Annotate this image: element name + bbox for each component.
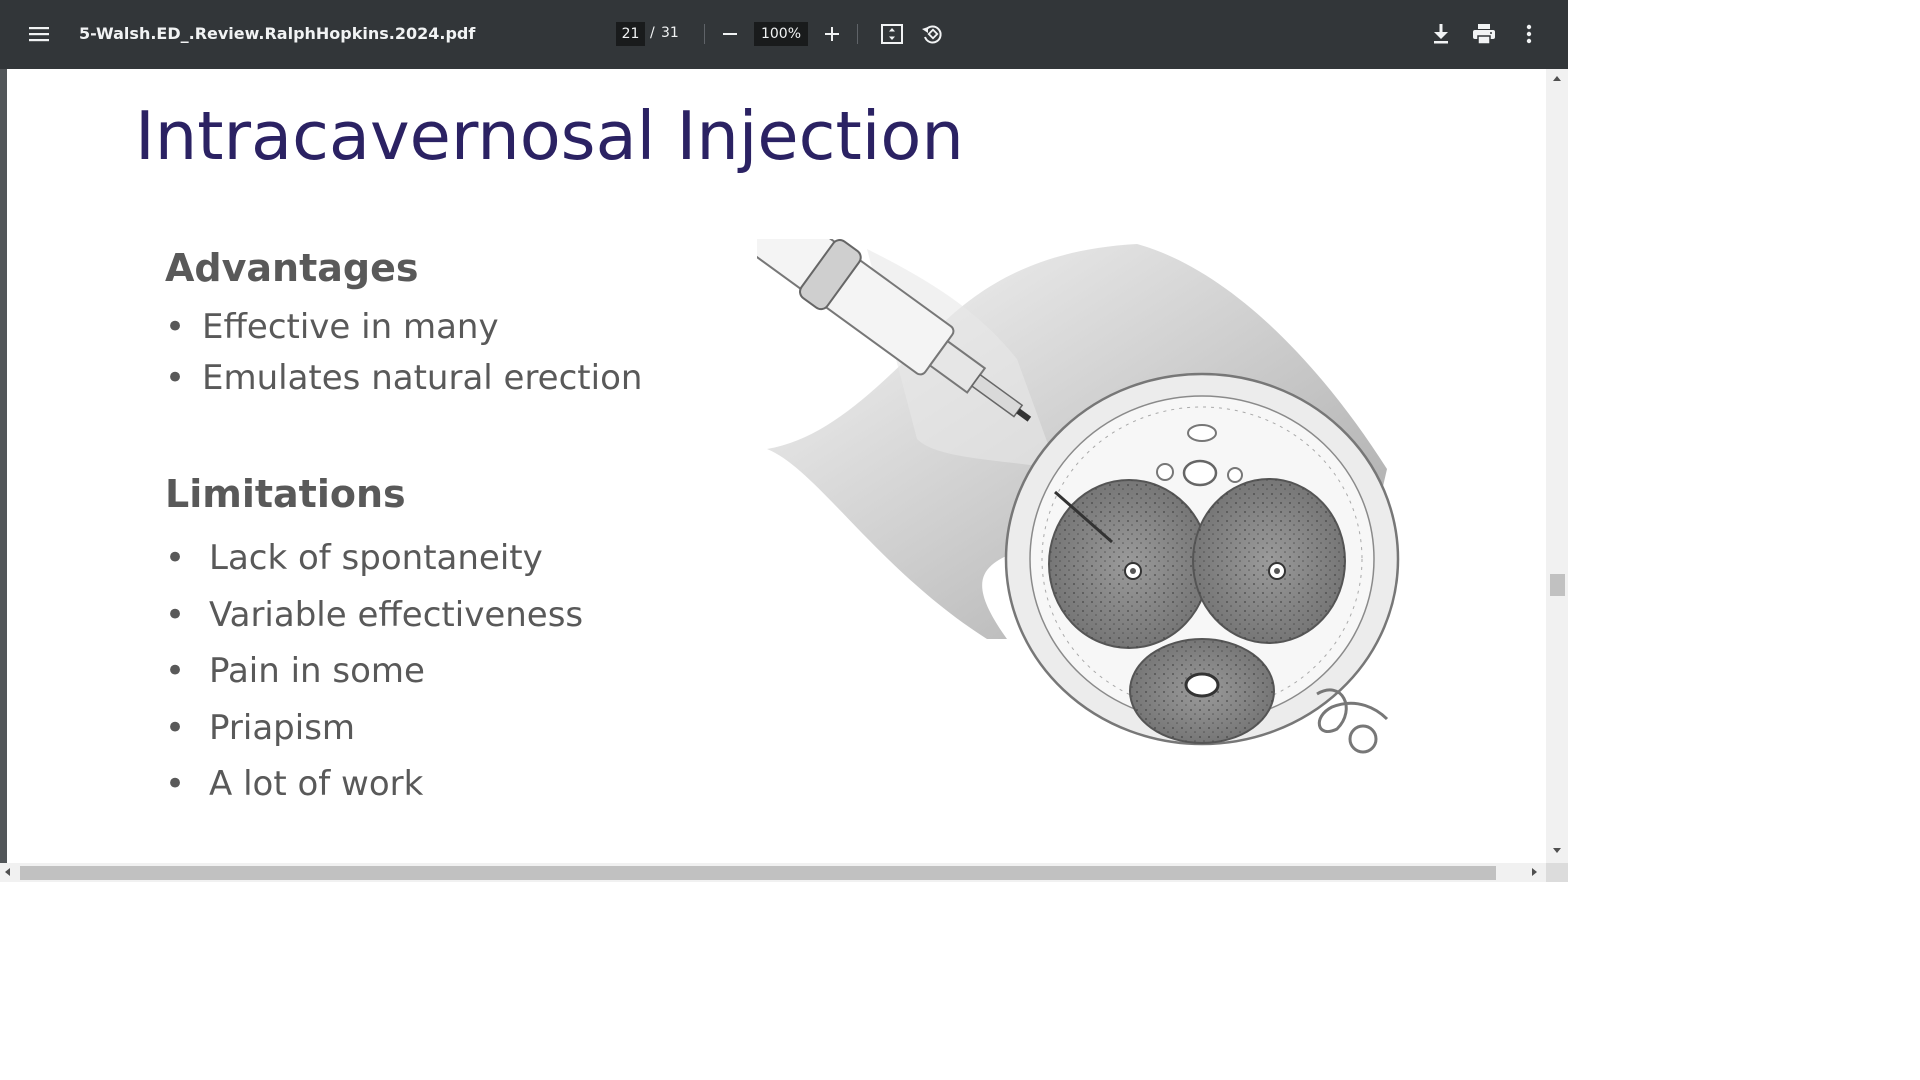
rotate-button[interactable] xyxy=(917,19,947,49)
limitations-list: • Lack of spontaneity • Variable effective… xyxy=(165,535,583,818)
download-button[interactable] xyxy=(1426,19,1456,49)
bullet-marker: • xyxy=(165,594,186,635)
list-item: • Priapism xyxy=(165,705,583,762)
print-button[interactable] xyxy=(1469,19,1499,49)
more-vertical-icon xyxy=(1526,24,1532,44)
vertical-scrollbar[interactable] xyxy=(1546,69,1568,863)
limitations-heading: Limitations xyxy=(165,472,406,516)
pdf-toolbar: 5-Walsh.ED_.Review.RalphHopkins.2024.pdf… xyxy=(0,0,1568,69)
toolbar-divider xyxy=(857,24,858,44)
list-item-text: A lot of work xyxy=(209,764,424,804)
page-number-input[interactable] xyxy=(616,22,645,46)
menu-button[interactable] xyxy=(22,17,56,51)
scrollbar-corner xyxy=(1546,863,1568,882)
injection-illustration xyxy=(757,239,1400,754)
total-pages: 31 xyxy=(661,25,679,41)
bullet-marker: • xyxy=(165,538,186,578)
horizontal-scrollbar[interactable] xyxy=(0,863,1546,882)
list-item: • Pain in some xyxy=(165,648,583,705)
scroll-up-arrow-icon[interactable] xyxy=(1553,76,1561,81)
minus-icon xyxy=(723,33,737,35)
bullet-marker: • xyxy=(165,358,186,398)
list-item: • Lack of spontaneity xyxy=(165,535,583,592)
fit-to-page-icon xyxy=(881,24,903,44)
horizontal-scrollbar-thumb[interactable] xyxy=(20,866,1496,880)
scroll-right-arrow-icon[interactable] xyxy=(1532,868,1537,876)
toolbar-divider xyxy=(704,24,705,44)
zoom-out-button[interactable] xyxy=(716,20,744,48)
rotate-counterclockwise-icon xyxy=(922,25,942,44)
viewer-background xyxy=(0,69,7,863)
bullet-marker: • xyxy=(165,764,186,804)
vertical-scrollbar-thumb[interactable] xyxy=(1550,574,1565,596)
list-item-text: Variable effectiveness xyxy=(209,594,584,635)
list-item: • A lot of work xyxy=(165,761,583,818)
list-item-text: Priapism xyxy=(209,707,356,748)
zoom-level-input[interactable] xyxy=(754,22,808,46)
list-item-text: Effective in many xyxy=(202,307,499,347)
advantages-heading: Advantages xyxy=(165,246,419,290)
bullet-marker: • xyxy=(165,651,186,691)
page-separator: / xyxy=(650,25,655,41)
slide-title: Intracavernosal Injection xyxy=(135,97,964,175)
download-icon xyxy=(1434,24,1448,44)
hamburger-menu-icon xyxy=(29,27,49,42)
bullet-marker: • xyxy=(165,307,186,347)
document-viewer: Intracavernosal Injection Advantages • Ef… xyxy=(0,69,1568,882)
list-item: • Variable effectiveness xyxy=(165,592,583,649)
scroll-down-arrow-icon[interactable] xyxy=(1553,848,1561,853)
pdf-page: Intracavernosal Injection Advantages • Ef… xyxy=(7,69,1546,863)
bullet-marker: • xyxy=(165,707,186,748)
document-title: 5-Walsh.ED_.Review.RalphHopkins.2024.pdf xyxy=(79,24,476,43)
plus-icon xyxy=(825,27,839,41)
advantages-list: • Effective in many • Emulates natural ere… xyxy=(165,305,642,407)
more-actions-button[interactable] xyxy=(1514,19,1544,49)
scroll-left-arrow-icon[interactable] xyxy=(5,868,10,876)
print-icon xyxy=(1473,24,1495,45)
list-item: • Effective in many xyxy=(165,305,642,356)
list-item-text: Emulates natural erection xyxy=(202,358,643,398)
list-item-text: Pain in some xyxy=(209,651,425,691)
fit-to-page-button[interactable] xyxy=(877,19,907,49)
list-item-text: Lack of spontaneity xyxy=(209,538,543,578)
list-item: • Emulates natural erection xyxy=(165,356,642,407)
zoom-in-button[interactable] xyxy=(818,20,846,48)
